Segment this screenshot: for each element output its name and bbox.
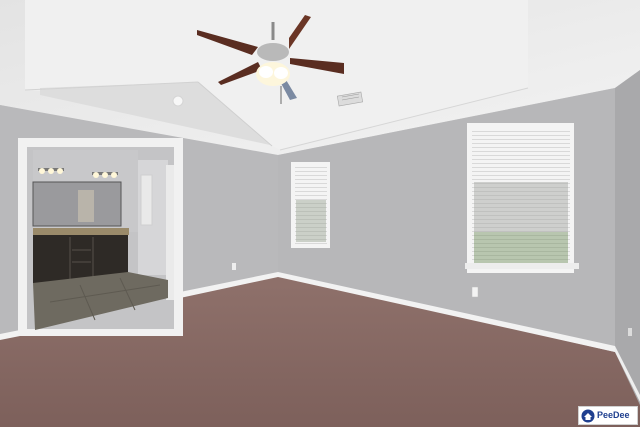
smoke-detector: [172, 95, 184, 107]
vanity-countertop: [33, 228, 129, 235]
watermark-text: PeeDee: [597, 410, 630, 420]
room-illustration: [0, 0, 640, 427]
outlet: [471, 286, 479, 298]
listing-watermark: PeeDee: [578, 406, 638, 425]
outlet: [232, 263, 236, 270]
outlet: [628, 328, 632, 336]
room-photo: PeeDee: [0, 0, 640, 427]
house-logo-icon: [581, 409, 595, 422]
window-large-sill: [465, 263, 579, 269]
bathroom-door: [166, 165, 174, 300]
bathroom-mirror: [32, 181, 122, 227]
